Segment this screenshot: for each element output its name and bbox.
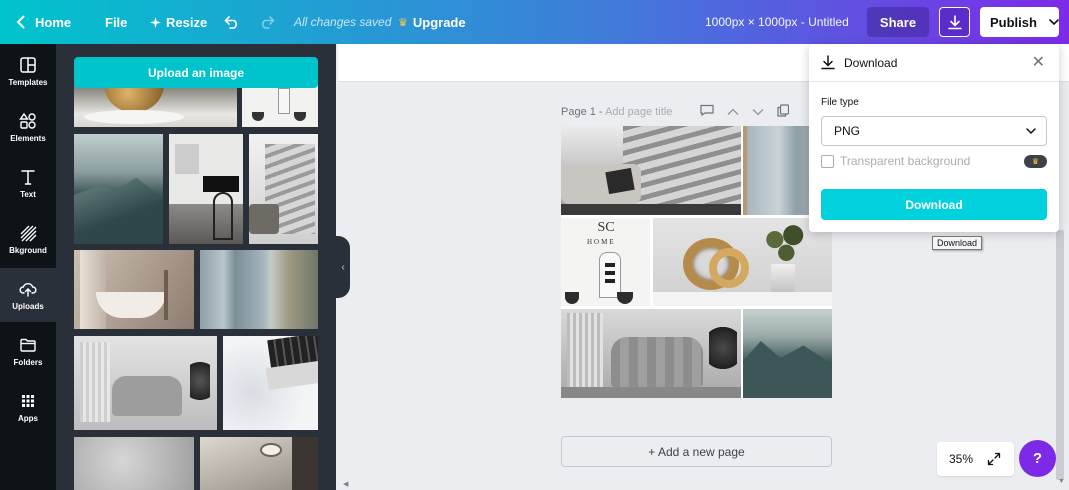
scroll-down-arrow-icon[interactable]: ▼ — [1058, 478, 1065, 485]
apps-grid-icon — [22, 394, 34, 407]
add-page-title-field[interactable]: Add page title — [605, 106, 672, 118]
page-actions — [700, 104, 790, 120]
resize-button[interactable]: Resize — [150, 0, 207, 44]
upgrade-button[interactable]: ♛ Upgrade — [398, 0, 466, 44]
page-notes-icon[interactable] — [700, 104, 714, 120]
home-button[interactable]: Home — [16, 0, 71, 44]
left-navigation: Templates Elements Text Bkground Uploads… — [0, 44, 56, 490]
undo-button[interactable] — [224, 0, 240, 44]
download-panel-title: Download — [844, 55, 898, 70]
add-new-page-button[interactable]: + Add a new page — [561, 436, 832, 467]
transparent-background-option[interactable]: Transparent background — [821, 154, 970, 168]
nav-apps[interactable]: Apps — [0, 380, 56, 434]
download-panel: Download ✕ File type PNG Transparent bac… — [809, 44, 1059, 232]
templates-icon — [20, 56, 36, 73]
uploads-panel: Upload an image — [56, 44, 336, 490]
folder-icon — [20, 338, 36, 352]
upload-thumbnail-bathtub[interactable] — [74, 250, 194, 329]
resize-label: Resize — [166, 14, 208, 30]
upload-thumbnail-laptop-marble[interactable] — [223, 336, 318, 430]
save-status-text: All changes saved — [294, 15, 392, 29]
undo-icon — [224, 15, 237, 29]
nav-folders[interactable]: Folders — [0, 324, 56, 378]
scroll-left-arrow-icon[interactable]: ◀ — [343, 480, 348, 488]
upload-cloud-icon — [19, 282, 37, 297]
elements-icon — [19, 112, 36, 129]
design-image-mountain[interactable] — [743, 309, 832, 398]
chevron-left-icon — [16, 15, 25, 29]
transparent-background-label: Transparent background — [840, 154, 971, 168]
redo-button[interactable] — [259, 0, 275, 44]
publish-label: Publish — [990, 14, 1037, 30]
file-menu-button[interactable]: File — [105, 0, 127, 44]
nav-folders-label: Folders — [13, 357, 43, 367]
design-image-staircase-sofa[interactable] — [561, 126, 741, 215]
file-type-value: PNG — [834, 124, 861, 138]
zoom-control[interactable]: 35% — [937, 442, 1014, 476]
transparent-background-checkbox[interactable] — [821, 154, 834, 168]
publish-button[interactable]: Publish — [980, 7, 1059, 37]
design-image-home-logo[interactable]: SC HOME — [561, 218, 650, 306]
top-bar: Home File Resize All changes saved ♛ Upg… — [0, 0, 1069, 44]
upload-thumbnail-breakfast-bed[interactable] — [200, 437, 318, 490]
home-label: Home — [35, 14, 72, 30]
nav-background[interactable]: Bkground — [0, 212, 56, 266]
upload-thumbnail-gold-sculpture-top[interactable] — [74, 84, 237, 127]
design-page[interactable]: SC HOME — [561, 126, 832, 398]
chevron-left-small-icon: ‹ — [341, 261, 345, 273]
duplicate-page-icon[interactable] — [777, 104, 790, 120]
text-icon — [21, 169, 35, 185]
upload-thumbnail-concrete-texture[interactable] — [74, 437, 194, 490]
background-icon — [20, 225, 37, 241]
download-panel-header: Download — [809, 44, 1059, 82]
vertical-scrollbar[interactable] — [1056, 230, 1064, 480]
nav-elements-label: Elements — [10, 133, 46, 143]
upload-thumbnail-home-logo-top[interactable] — [242, 84, 318, 127]
expand-fullscreen-icon[interactable] — [987, 452, 1001, 466]
redo-icon — [262, 15, 275, 29]
file-type-label: File type — [821, 97, 859, 108]
crown-icon: ♛ — [398, 16, 408, 29]
upload-thumbnail-marble-wall[interactable] — [200, 250, 318, 329]
nav-text-label: Text — [20, 189, 36, 199]
file-type-select[interactable]: PNG — [821, 116, 1047, 146]
design-image-gold-sculpture[interactable] — [653, 218, 832, 306]
upload-thumbnail-interior-desk[interactable] — [169, 134, 243, 244]
nav-background-label: Bkground — [9, 245, 47, 255]
upload-thumbnail-sofa[interactable] — [74, 336, 217, 430]
download-toolbar-button[interactable] — [939, 7, 970, 37]
page-label: Page 1 - Add page title — [561, 106, 672, 118]
nav-text[interactable]: Text — [0, 156, 56, 210]
collapse-panel-handle[interactable]: ‹ — [336, 236, 350, 298]
help-button[interactable]: ? — [1019, 440, 1056, 477]
page-number-label: Page 1 - — [561, 106, 606, 118]
upload-image-button[interactable]: Upload an image — [74, 57, 318, 88]
chevron-down-icon — [1026, 128, 1036, 135]
nav-templates-label: Templates — [8, 77, 48, 87]
nav-templates[interactable]: Templates — [0, 44, 56, 98]
move-page-down-icon[interactable] — [752, 104, 764, 120]
share-button[interactable]: Share — [867, 7, 929, 37]
move-page-up-icon[interactable] — [727, 104, 739, 120]
download-button[interactable]: Download — [821, 189, 1047, 220]
nav-elements[interactable]: Elements — [0, 100, 56, 154]
pro-crown-badge-icon: ♛ — [1024, 155, 1047, 168]
design-image-sofa[interactable] — [561, 309, 741, 398]
zoom-level[interactable]: 35% — [949, 452, 973, 466]
close-icon[interactable]: ✕ — [1032, 55, 1045, 71]
download-icon — [947, 14, 962, 29]
document-title[interactable]: 1000px × 1000px - Untitled — [705, 0, 849, 44]
upgrade-label: Upgrade — [412, 14, 466, 30]
chevron-down-icon — [1049, 19, 1059, 25]
nav-uploads-label: Uploads — [12, 301, 44, 311]
nav-apps-label: Apps — [18, 413, 38, 423]
upload-thumbnail-mountain[interactable] — [74, 134, 163, 244]
download-icon — [821, 55, 835, 70]
nav-uploads[interactable]: Uploads — [0, 268, 56, 322]
upload-thumbnail-staircase[interactable] — [249, 134, 318, 244]
resize-sparkle-icon — [150, 16, 161, 28]
download-tooltip: Download — [932, 236, 983, 250]
